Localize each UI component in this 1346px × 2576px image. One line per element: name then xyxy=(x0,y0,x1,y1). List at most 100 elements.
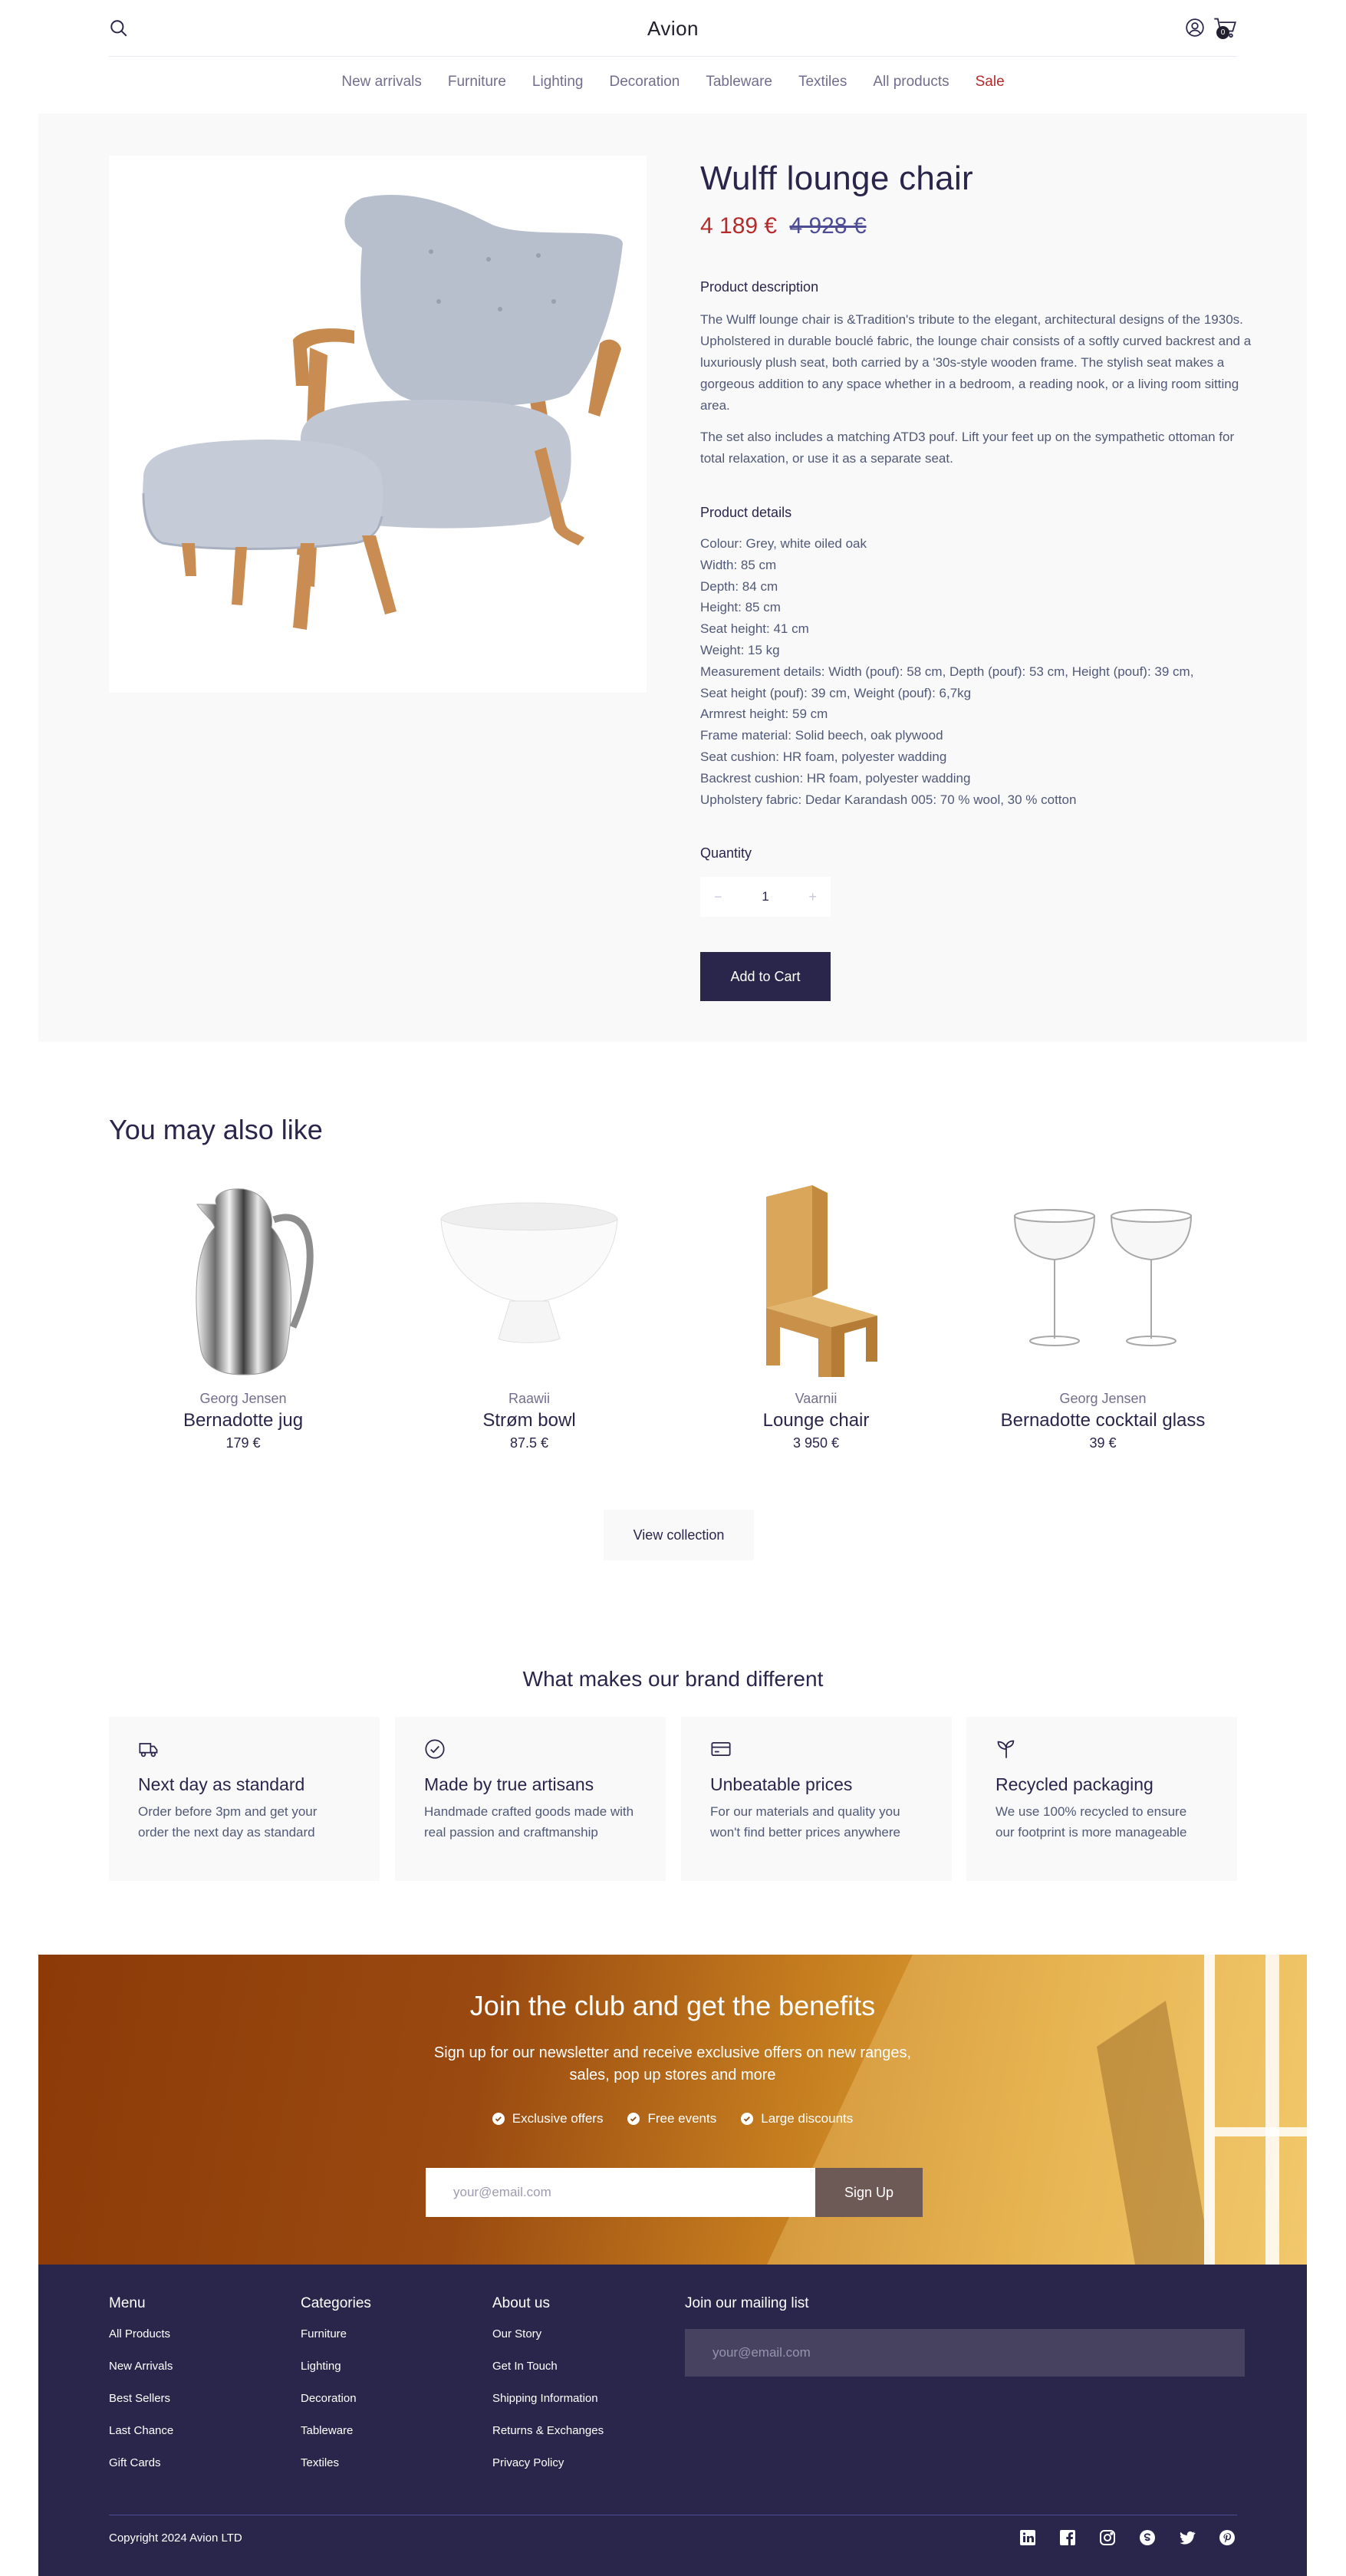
linkedin-icon[interactable] xyxy=(1019,2528,1037,2547)
newsletter-subtitle-line: Sign up for our newsletter and receive e… xyxy=(433,2044,912,2061)
product-card[interactable]: Georg Jensen Bernadotte jug 179 € xyxy=(109,1174,377,1465)
detail-item: Armrest height: 59 cm xyxy=(700,707,828,722)
product-details-list: Colour: Grey, white oiled oak Width: 85 … xyxy=(700,533,1252,810)
newsletter-subtitle-line: sales, pop up stores and more xyxy=(569,2067,776,2084)
footer-link[interactable]: Decoration xyxy=(301,2392,371,2406)
footer-link[interactable]: Shipping Information xyxy=(492,2392,604,2406)
detail-item: Seat height (pouf): 39 cm, Weight (pouf)… xyxy=(700,685,972,700)
product-card[interactable]: Vaarnii Lounge chair 3 950 € xyxy=(682,1174,950,1465)
nav-item-sale[interactable]: Sale xyxy=(976,74,1005,97)
footer-about: About us Our Story Get In Touch Shipping… xyxy=(492,2295,604,2489)
pinterest-icon[interactable] xyxy=(1218,2528,1236,2547)
product-card[interactable]: Raawii Strøm bowl 87.5 € xyxy=(395,1174,663,1465)
site-logo[interactable]: Avion xyxy=(109,17,1237,41)
product-image xyxy=(109,156,647,693)
skype-icon[interactable] xyxy=(1138,2528,1157,2547)
footer-categories-title: Categories xyxy=(301,2295,371,2311)
product-brand: Raawii xyxy=(508,1391,551,1406)
quantity-value[interactable]: 1 xyxy=(762,889,768,904)
newsletter-email-input[interactable] xyxy=(426,2168,815,2217)
credit-card-icon xyxy=(711,1741,731,1757)
footer-link[interactable]: Privacy Policy xyxy=(492,2456,604,2470)
footer-link[interactable]: Last Chance xyxy=(109,2424,173,2438)
user-icon[interactable] xyxy=(1185,18,1205,38)
feature-card: Recycled packaging We use 100% recycled … xyxy=(966,1717,1237,1881)
facebook-icon[interactable] xyxy=(1058,2528,1077,2547)
product-name[interactable]: Strøm bowl xyxy=(395,1410,663,1431)
check-icon xyxy=(627,2113,640,2125)
newsletter-title: Join the club and get the benefits xyxy=(469,1990,876,2021)
original-price: 4 928 € xyxy=(789,213,867,239)
footer-link[interactable]: Tableware xyxy=(301,2424,371,2438)
detail-item: Seat height: 41 cm xyxy=(700,621,809,637)
footer-mailing: Join our mailing list xyxy=(685,2295,1245,2377)
newsletter-form: Sign Up xyxy=(426,2168,923,2217)
wooden-chair-image xyxy=(766,1185,877,1377)
footer-menu: Menu All Products New Arrivals Best Sell… xyxy=(109,2295,173,2489)
product-brand: Georg Jensen xyxy=(199,1391,287,1406)
details-label: Product details xyxy=(700,505,792,520)
product-price: 87.5 € xyxy=(509,1435,549,1451)
footer-menu-title: Menu xyxy=(109,2295,146,2311)
nav-item-decoration[interactable]: Decoration xyxy=(609,74,680,97)
cart-count-badge: 0 xyxy=(1216,26,1229,39)
nav-item-all-products[interactable]: All products xyxy=(873,74,949,97)
related-products: Georg Jensen Bernadotte jug 179 € Raawii… xyxy=(109,1174,1237,1465)
detail-item: Colour: Grey, white oiled oak xyxy=(700,536,867,551)
footer-link[interactable]: Textiles xyxy=(301,2456,371,2470)
footer-link[interactable]: Best Sellers xyxy=(109,2392,173,2406)
copyright: Copyright 2024 Avion LTD xyxy=(109,2532,242,2545)
lounge-chair-illustration xyxy=(142,194,623,630)
detail-item: Weight: 15 kg xyxy=(700,642,780,657)
product-name[interactable]: Lounge chair xyxy=(682,1410,950,1431)
detail-item: Upholstery fabric: Dedar Karandash 005: … xyxy=(700,792,1077,807)
description-paragraph: The set also includes a matching ATD3 po… xyxy=(700,430,1235,466)
sprout-icon xyxy=(997,1740,1015,1758)
nav-item-textiles[interactable]: Textiles xyxy=(798,74,847,97)
footer-link[interactable]: New Arrivals xyxy=(109,2360,173,2373)
social-links xyxy=(1019,2528,1236,2547)
product-card[interactable]: Georg Jensen Bernadotte cocktail glass 3… xyxy=(969,1174,1237,1465)
footer-link[interactable]: Get In Touch xyxy=(492,2360,604,2373)
nav-item-lighting[interactable]: Lighting xyxy=(532,74,584,97)
product-section: Wulff lounge chair 4 189 € 4 928 € Produ… xyxy=(38,114,1307,1042)
twitter-icon[interactable] xyxy=(1178,2528,1196,2547)
product-name[interactable]: Bernadotte cocktail glass xyxy=(969,1410,1237,1431)
add-to-cart-button[interactable]: Add to Cart xyxy=(700,952,831,1002)
nav-item-new-arrivals[interactable]: New arrivals xyxy=(341,74,422,97)
nav-item-tableware[interactable]: Tableware xyxy=(706,74,772,97)
footer-link[interactable]: Returns & Exchanges xyxy=(492,2424,604,2438)
feature-title: Made by true artisans xyxy=(424,1774,594,1794)
newsletter-subtitle: Sign up for our newsletter and receive e… xyxy=(38,2042,1307,2087)
feature-desc: For our materials and quality you won't … xyxy=(710,1804,900,1840)
product-brand: Georg Jensen xyxy=(1059,1391,1147,1406)
main-nav: New arrivals Furniture Lighting Decorati… xyxy=(0,74,1346,97)
footer-link[interactable]: Gift Cards xyxy=(109,2456,173,2470)
product-price: 39 € xyxy=(1089,1435,1117,1451)
quantity-increase-button[interactable]: + xyxy=(808,889,817,905)
product-name[interactable]: Bernadotte jug xyxy=(109,1410,377,1431)
product-price: 3 950 € xyxy=(792,1435,840,1451)
perk-item: Exclusive offers xyxy=(492,2111,603,2126)
nav-item-furniture[interactable]: Furniture xyxy=(448,74,506,97)
footer-email-input[interactable] xyxy=(685,2329,1245,2377)
related-title: You may also like xyxy=(109,1114,323,1145)
quantity-decrease-button[interactable]: − xyxy=(714,889,722,905)
detail-item: Seat cushion: HR foam, polyester wadding xyxy=(700,749,947,764)
detail-item: Backrest cushion: HR foam, polyester wad… xyxy=(700,770,971,786)
feature-title: Next day as standard xyxy=(138,1774,305,1794)
footer-link[interactable]: Lighting xyxy=(301,2360,371,2373)
jug-image xyxy=(196,1188,314,1375)
footer-link[interactable]: All Products xyxy=(109,2327,173,2341)
footer-link[interactable]: Our Story xyxy=(492,2327,604,2341)
signup-button[interactable]: Sign Up xyxy=(815,2168,923,2217)
check-circle-icon xyxy=(425,1739,445,1759)
footer-link[interactable]: Furniture xyxy=(301,2327,371,2341)
perk-item: Free events xyxy=(627,2111,716,2126)
instagram-icon[interactable] xyxy=(1098,2528,1117,2547)
price-row: 4 189 € 4 928 € xyxy=(700,213,1252,239)
check-icon xyxy=(492,2113,505,2125)
view-collection-button[interactable]: View collection xyxy=(604,1510,754,1560)
footer-categories: Categories Furniture Lighting Decoration… xyxy=(301,2295,371,2489)
brand-features: Next day as standard Order before 3pm an… xyxy=(109,1717,1237,1881)
